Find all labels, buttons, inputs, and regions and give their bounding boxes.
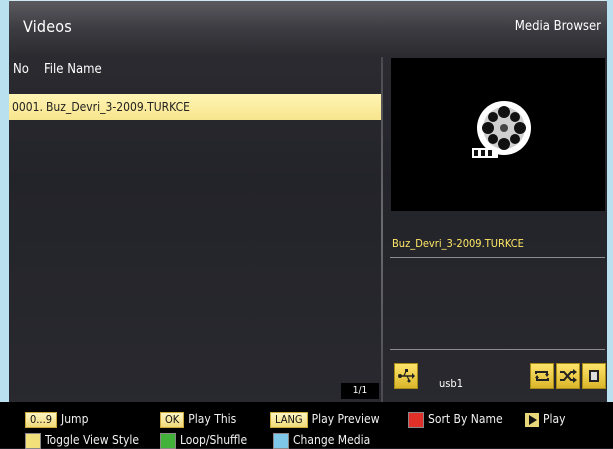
help-label: Toggle View Style xyxy=(45,433,140,447)
list-item-file-name: Buz_Devri_3-2009.TURKCE xyxy=(46,100,190,114)
help-play-this: OK Play This xyxy=(160,411,236,428)
preview-panel xyxy=(391,58,605,211)
list-item[interactable]: 0001. Buz_Devri_3-2009.TURKCE xyxy=(9,94,381,120)
footer-help-bar: 0...9 Jump OK Play This LANG Play Preview S… xyxy=(0,402,613,449)
help-play: Play xyxy=(525,411,566,427)
help-label: Change Media xyxy=(293,433,371,447)
blue-key-icon xyxy=(273,432,289,449)
usb-icon xyxy=(398,369,415,383)
stop-icon xyxy=(589,370,599,382)
repeat-icon xyxy=(535,371,549,381)
ok-key-icon: OK xyxy=(160,411,185,428)
divider xyxy=(390,257,605,258)
help-label: Loop/Shuffle xyxy=(180,433,248,447)
help-change-media: Change Media xyxy=(273,432,370,449)
column-header-file-name: File Name xyxy=(44,62,102,77)
list-item-number: 0001. xyxy=(12,100,43,114)
green-key-icon xyxy=(160,432,176,449)
help-sort-by-name: Sort By Name xyxy=(408,411,503,428)
repeat-button[interactable] xyxy=(530,363,554,389)
film-reel-icon xyxy=(472,101,531,158)
divider xyxy=(390,349,605,350)
lang-key-icon: LANG xyxy=(270,411,308,428)
shuffle-button[interactable] xyxy=(556,363,580,389)
right-border xyxy=(607,0,613,404)
help-label: Play Preview xyxy=(311,412,380,426)
media-browser-screen: Videos Media Browser No File Name 0001. … xyxy=(0,0,613,449)
preview-file-name: Buz_Devri_3-2009.TURKCE xyxy=(392,237,524,250)
help-label: Play xyxy=(543,412,566,426)
help-jump: 0...9 Jump xyxy=(25,411,88,428)
page-counter: 1/1 xyxy=(341,383,379,399)
header-bar: Videos Media Browser xyxy=(9,0,607,56)
help-loop-shuffle: Loop/Shuffle xyxy=(160,432,247,449)
panel-divider xyxy=(381,57,383,402)
help-toggle-view-style: Toggle View Style xyxy=(25,432,139,449)
stop-button[interactable] xyxy=(582,363,606,389)
yellow-key-icon xyxy=(25,432,41,449)
help-label: Jump xyxy=(61,412,89,426)
usb-device-button[interactable] xyxy=(394,363,418,389)
shuffle-icon xyxy=(560,369,577,383)
help-play-preview: LANG Play Preview xyxy=(270,411,380,428)
left-border xyxy=(0,0,9,404)
column-header-no: No xyxy=(13,62,29,77)
page-title: Videos xyxy=(23,17,72,36)
help-label: Play This xyxy=(188,412,237,426)
device-label: usb1 xyxy=(439,377,464,390)
help-label: Sort By Name xyxy=(428,412,503,426)
number-keys-icon: 0...9 xyxy=(25,411,58,428)
red-key-icon xyxy=(408,411,424,428)
app-label: Media Browser xyxy=(514,19,601,34)
play-key-icon xyxy=(525,412,539,427)
